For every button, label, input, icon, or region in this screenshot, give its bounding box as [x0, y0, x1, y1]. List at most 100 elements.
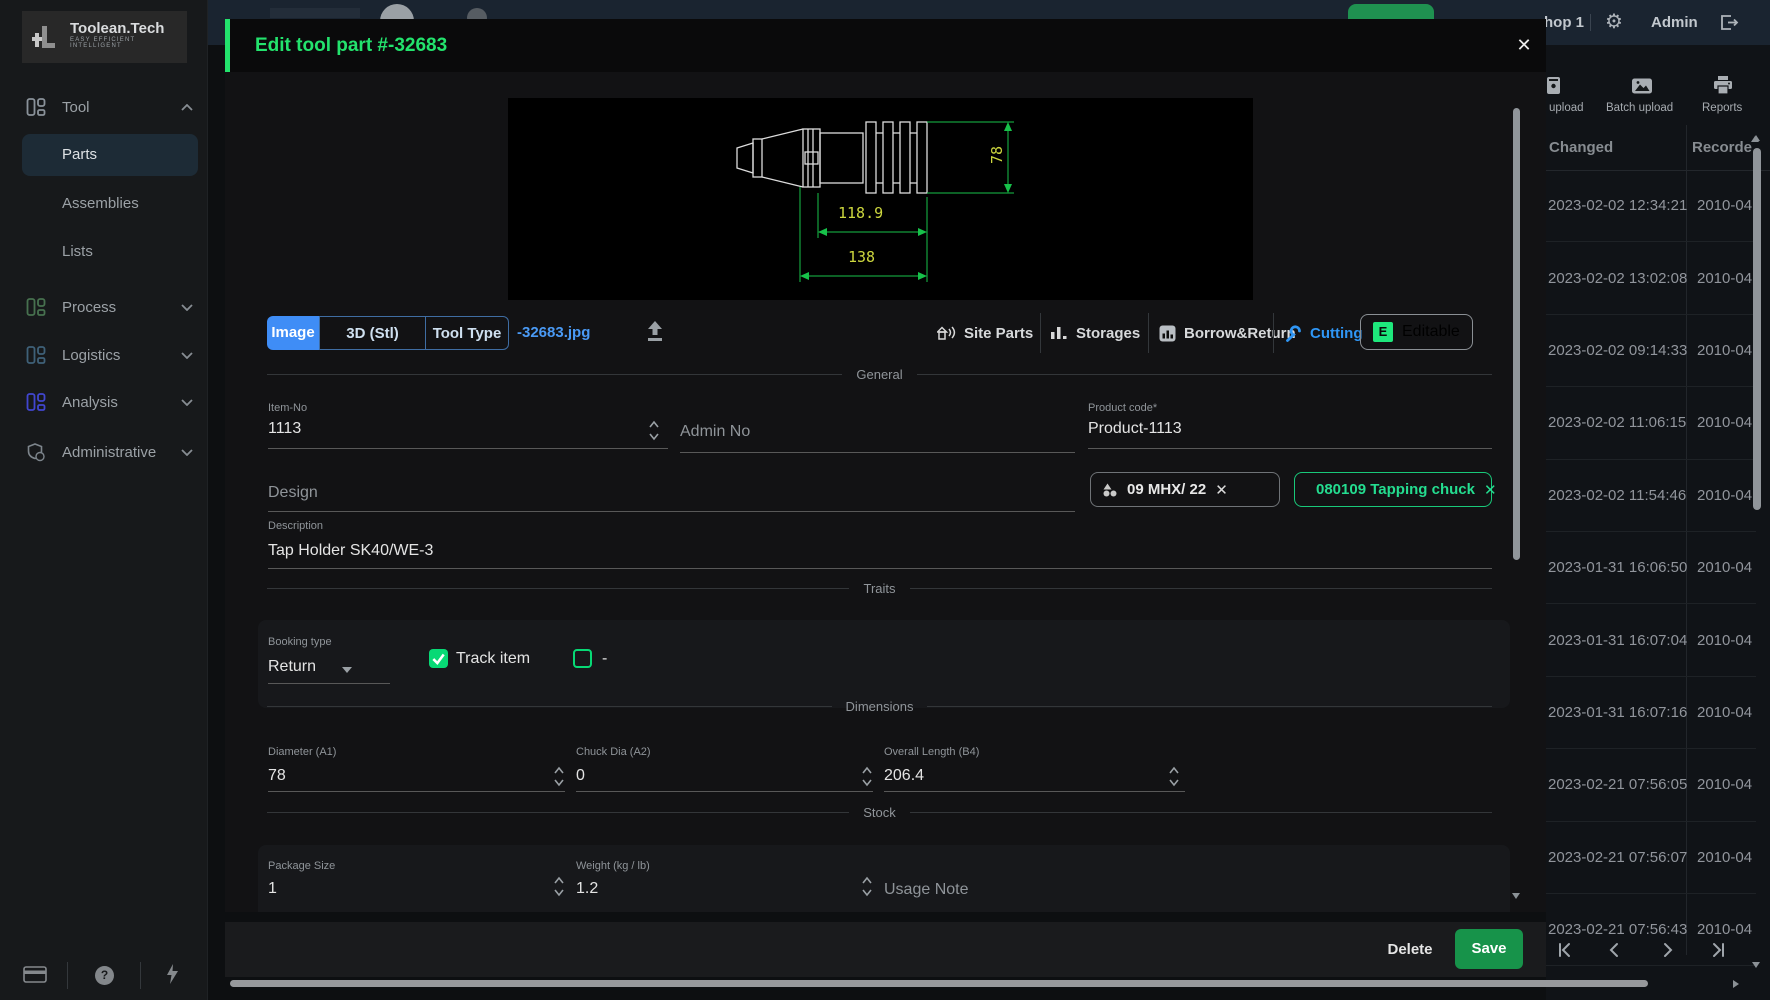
table-row[interactable]: 2023-02-02 12:34:212010-04 [1546, 170, 1756, 242]
column-header-recorded[interactable]: Recorde [1692, 139, 1752, 156]
table-row[interactable]: 2023-01-31 16:07:162010-04 [1546, 677, 1756, 749]
storages-button[interactable]: Storages [1051, 316, 1140, 350]
item-no-stepper[interactable] [648, 419, 660, 448]
chuck-dia-field[interactable]: 0 [576, 767, 585, 785]
diameter-stepper[interactable] [553, 765, 565, 794]
single-upload-icon[interactable] [1547, 76, 1561, 100]
table-row[interactable]: 2023-02-02 09:14:332010-04 [1546, 315, 1756, 387]
table-row[interactable]: 2023-02-02 11:06:152010-04 [1546, 387, 1756, 459]
admin-no-field[interactable]: Admin No [680, 423, 750, 441]
table-row[interactable]: 2023-02-21 07:56:052010-04 [1546, 749, 1756, 821]
tab-tool-type[interactable]: Tool Type [425, 316, 509, 350]
editable-toggle[interactable]: E Editable [1360, 314, 1473, 350]
design-field[interactable]: Design [268, 484, 318, 502]
cutting-button[interactable]: Cutting [1284, 316, 1362, 350]
footer-divider [67, 962, 68, 989]
scroll-right-icon[interactable] [1733, 980, 1739, 988]
diameter-field[interactable]: 78 [268, 767, 286, 785]
category-chip[interactable]: 09 MHX/ 22 ✕ [1090, 472, 1280, 507]
table-row[interactable]: 2023-01-31 16:07:042010-04 [1546, 604, 1756, 676]
sidebar-item-assemblies[interactable]: Assemblies [0, 184, 139, 224]
editable-badge: E [1373, 322, 1393, 342]
cell-recorded: 2010-04 [1691, 342, 1752, 359]
last-page-button[interactable] [1703, 935, 1733, 965]
overall-length-field[interactable]: 206.4 [884, 767, 924, 785]
dialog-scroll-down-icon[interactable] [1512, 893, 1520, 899]
upload-icon[interactable] [645, 319, 665, 348]
reports-button[interactable]: Reports [1702, 102, 1742, 114]
cell-recorded: 2010-04 [1691, 197, 1752, 214]
sidebar-item-logistics[interactable]: Logistics [0, 335, 207, 375]
overall-length-stepper[interactable] [1168, 765, 1180, 794]
user-label[interactable]: Admin [1651, 0, 1698, 45]
dropdown-caret-icon[interactable] [342, 667, 352, 673]
process-grid-icon [26, 297, 46, 317]
scroll-down-icon[interactable] [1752, 962, 1760, 968]
sidebar-item-label: Logistics [62, 347, 165, 364]
section-label: Traits [863, 581, 895, 596]
prev-page-button[interactable] [1600, 935, 1630, 965]
save-button[interactable]: Save [1455, 929, 1523, 969]
close-icon[interactable]: ✕ [1511, 32, 1537, 58]
sidebar-item-tool[interactable]: Tool [0, 87, 207, 127]
sidebar: Toolean.Tech EASY EFFICIENT INTELLIGENT … [0, 0, 208, 1000]
table-row[interactable]: 2023-01-31 16:06:502010-04 [1546, 532, 1756, 604]
booking-type-select[interactable]: Return [268, 658, 316, 676]
tool-drawing-image[interactable]: 118.9 138 78 [508, 98, 1253, 300]
vertical-scrollbar[interactable] [1753, 148, 1761, 510]
cell-changed: 2023-02-21 07:56:07 [1546, 849, 1691, 866]
single-upload-button[interactable]: upload [1549, 102, 1584, 114]
first-page-button[interactable] [1550, 935, 1580, 965]
chip-remove-icon[interactable]: ✕ [1215, 481, 1228, 499]
sidebar-item-process[interactable]: Process [0, 287, 207, 327]
sidebar-item-label: Analysis [62, 394, 165, 411]
stock-panel [258, 845, 1510, 912]
sidebar-item-parts[interactable]: Parts [22, 134, 198, 176]
batch-upload-icon[interactable] [1631, 78, 1653, 99]
weight-stepper[interactable] [861, 875, 873, 904]
gear-icon[interactable]: ⚙ [1605, 11, 1623, 33]
product-code-label: Product code* [1088, 402, 1157, 414]
sidebar-item-analysis[interactable]: Analysis [0, 382, 207, 422]
chuck-dia-stepper[interactable] [861, 765, 873, 794]
column-header-changed[interactable]: Changed [1549, 139, 1613, 156]
borrow-return-button[interactable]: Borrow&Return [1159, 316, 1296, 350]
tab-image[interactable]: Image [267, 316, 319, 350]
tool-class-chip[interactable]: 080109 Tapping chuck ✕ [1294, 472, 1492, 507]
dialog-title: Edit tool part #-32683 [255, 19, 447, 72]
sidebar-item-administrative[interactable]: Administrative [0, 432, 207, 472]
chip-remove-icon[interactable]: ✕ [1484, 481, 1497, 499]
dialog-scrollbar[interactable] [1513, 108, 1520, 560]
shop-label[interactable]: hop 1 [1544, 0, 1584, 45]
weight-field[interactable]: 1.2 [576, 880, 598, 898]
tab-3d-stl[interactable]: 3D (Stl) [319, 316, 426, 350]
create-button-partial[interactable] [1348, 4, 1434, 19]
help-icon[interactable]: ? [95, 966, 114, 985]
image-filename[interactable]: -32683.jpg [517, 316, 590, 350]
table-row[interactable]: 2023-02-21 07:56:072010-04 [1546, 822, 1756, 894]
sidebar-item-lists[interactable]: Lists [0, 232, 93, 272]
keyboard-card-icon[interactable] [23, 966, 47, 988]
delete-button[interactable]: Delete [1370, 922, 1450, 977]
usage-note-field[interactable]: Usage Note [884, 881, 969, 899]
section-label: Stock [863, 805, 896, 820]
borrow-return-label: Borrow&Return [1184, 325, 1296, 342]
product-code-field[interactable]: Product-1113 [1088, 420, 1182, 438]
site-parts-button[interactable]: Site Parts [937, 316, 1033, 350]
track-item-checkbox[interactable] [429, 649, 448, 668]
scroll-up-icon[interactable] [1752, 135, 1760, 141]
table-row[interactable]: 2023-02-02 13:02:082010-04 [1546, 242, 1756, 314]
brand-logo[interactable]: Toolean.Tech EASY EFFICIENT INTELLIGENT [22, 11, 187, 63]
extra-checkbox[interactable] [573, 649, 592, 668]
description-field[interactable]: Tap Holder SK40/WE-3 [268, 542, 433, 560]
next-page-button[interactable] [1652, 935, 1682, 965]
package-size-field[interactable]: 1 [268, 880, 277, 898]
table-row[interactable]: 2023-02-02 11:54:462010-04 [1546, 460, 1756, 532]
item-no-field[interactable]: 1113 [268, 420, 301, 438]
lightning-icon[interactable] [166, 964, 179, 990]
package-size-stepper[interactable] [553, 875, 565, 904]
logout-icon[interactable] [1719, 14, 1741, 36]
horizontal-scrollbar[interactable] [230, 980, 1648, 987]
printer-icon[interactable] [1713, 76, 1733, 100]
batch-upload-button[interactable]: Batch upload [1606, 102, 1673, 114]
